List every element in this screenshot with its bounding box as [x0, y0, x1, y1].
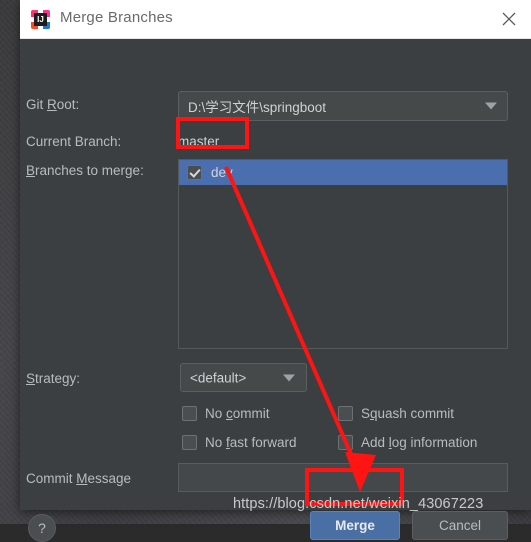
current-branch-value: master: [178, 134, 219, 149]
strategy-label: Strategy:: [26, 371, 80, 386]
squash-commit-checkbox[interactable]: [338, 406, 353, 421]
dialog-content: Git Root: D:\学习文件\springboot Current Bra…: [20, 39, 531, 511]
help-button[interactable]: ?: [28, 514, 56, 542]
dialog-title: Merge Branches: [60, 9, 173, 26]
branch-checkbox[interactable]: [187, 165, 202, 180]
intellij-idea-logo-icon: IJ: [31, 10, 50, 29]
chevron-down-icon: [485, 103, 497, 110]
commit-message-input[interactable]: [178, 463, 508, 492]
git-root-combo[interactable]: D:\学习文件\springboot: [178, 91, 508, 121]
merge-button[interactable]: Merge: [310, 511, 400, 540]
close-icon[interactable]: [497, 8, 521, 30]
merge-branches-dialog: IJ Merge Branches Git Root: D:\学习文件\spri…: [20, 0, 531, 510]
no-fast-forward-checkbox[interactable]: [182, 435, 197, 450]
commit-message-label: Commit Message: [26, 471, 131, 486]
current-branch-label: Current Branch:: [26, 134, 121, 149]
cancel-button[interactable]: Cancel: [412, 511, 508, 540]
no-fast-forward-label: No fast forward: [205, 435, 297, 450]
option-add-log-information[interactable]: Add log information: [338, 435, 477, 450]
no-commit-label: No commit: [205, 406, 270, 421]
squash-commit-label: Squash commit: [361, 406, 454, 421]
git-root-value: D:\学习文件\springboot: [188, 96, 326, 116]
branches-list[interactable]: dev: [178, 159, 508, 349]
no-commit-checkbox[interactable]: [182, 406, 197, 421]
option-no-fast-forward[interactable]: No fast forward: [182, 435, 297, 450]
git-root-label: Git Root:: [26, 97, 79, 112]
dialog-titlebar: IJ Merge Branches: [20, 0, 531, 39]
add-log-information-label: Add log information: [361, 435, 477, 450]
strategy-value: <default>: [190, 370, 246, 385]
svg-text:IJ: IJ: [37, 15, 44, 24]
chevron-down-icon: [283, 374, 295, 381]
add-log-information-checkbox[interactable]: [338, 435, 353, 450]
branches-to-merge-label: Branches to merge:: [26, 163, 144, 178]
option-no-commit[interactable]: No commit: [182, 406, 270, 421]
branch-name-label: dev: [211, 165, 233, 180]
option-squash-commit[interactable]: Squash commit: [338, 406, 454, 421]
list-item[interactable]: dev: [179, 160, 507, 185]
strategy-combo[interactable]: <default>: [180, 363, 307, 392]
